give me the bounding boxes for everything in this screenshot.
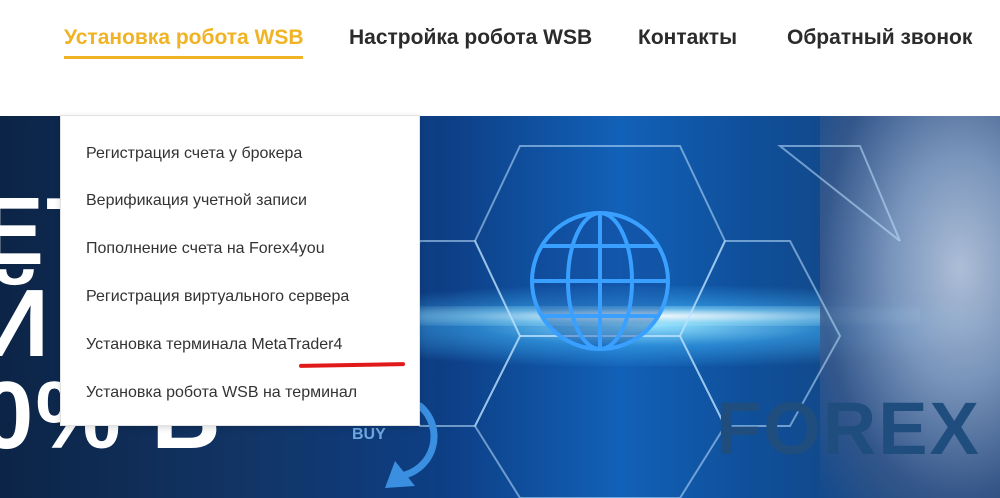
install-robot-dropdown: Регистрация счета у брокера Верификация … (60, 115, 420, 426)
dropdown-item-deposit-forex4you[interactable]: Пополнение счета на Forex4you (86, 240, 325, 258)
dropdown-item-install-robot-terminal[interactable]: Установка робота WSB на терминал (86, 384, 357, 402)
nav-item-contacts[interactable]: Контакты (638, 26, 737, 50)
forex-label: FOREX (716, 387, 981, 470)
dropdown-item-broker-registration[interactable]: Регистрация счета у брокера (86, 145, 302, 163)
nav-item-install-robot[interactable]: Установка робота WSB (64, 26, 304, 50)
dropdown-item-install-metatrader4[interactable]: Установка терминала MetaTrader4 (86, 336, 342, 354)
hexagon-shape (473, 335, 727, 498)
nav-item-callback[interactable]: Обратный звонок (787, 26, 972, 50)
top-navigation: Установка робота WSB Настройка робота WS… (0, 0, 1000, 112)
dropdown-item-virtual-server[interactable]: Регистрация виртуального сервера (86, 288, 349, 306)
highlight-underline (298, 362, 406, 368)
buy-label: BUY (352, 426, 386, 443)
dropdown-item-account-verification[interactable]: Верификация учетной записи (86, 192, 307, 210)
nav-item-configure-robot[interactable]: Настройка робота WSB (349, 26, 592, 50)
globe-icon (530, 211, 670, 351)
hexagon-shape (777, 145, 901, 242)
active-nav-underline (64, 56, 303, 59)
